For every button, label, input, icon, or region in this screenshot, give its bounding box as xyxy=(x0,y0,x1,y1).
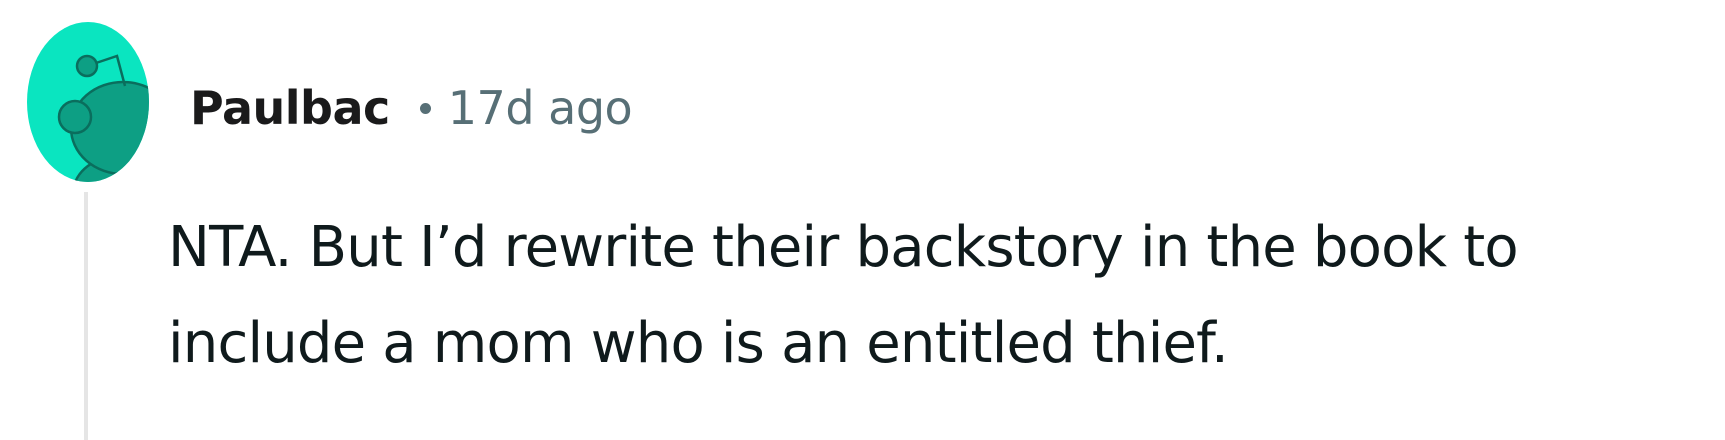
timestamp[interactable]: 17d ago xyxy=(448,81,633,135)
comment: Paulbac 17d ago NTA. But I’d rewrite the… xyxy=(0,0,1725,440)
separator-dot xyxy=(419,102,431,114)
comment-body: NTA. But I’d rewrite their backstory in … xyxy=(168,215,1519,376)
user-avatar[interactable] xyxy=(27,22,149,182)
comment-meta: Paulbac 17d ago xyxy=(190,68,633,148)
username-link[interactable]: Paulbac xyxy=(190,81,390,135)
thread-line[interactable] xyxy=(84,192,88,440)
snoo-avatar-icon xyxy=(27,22,149,182)
